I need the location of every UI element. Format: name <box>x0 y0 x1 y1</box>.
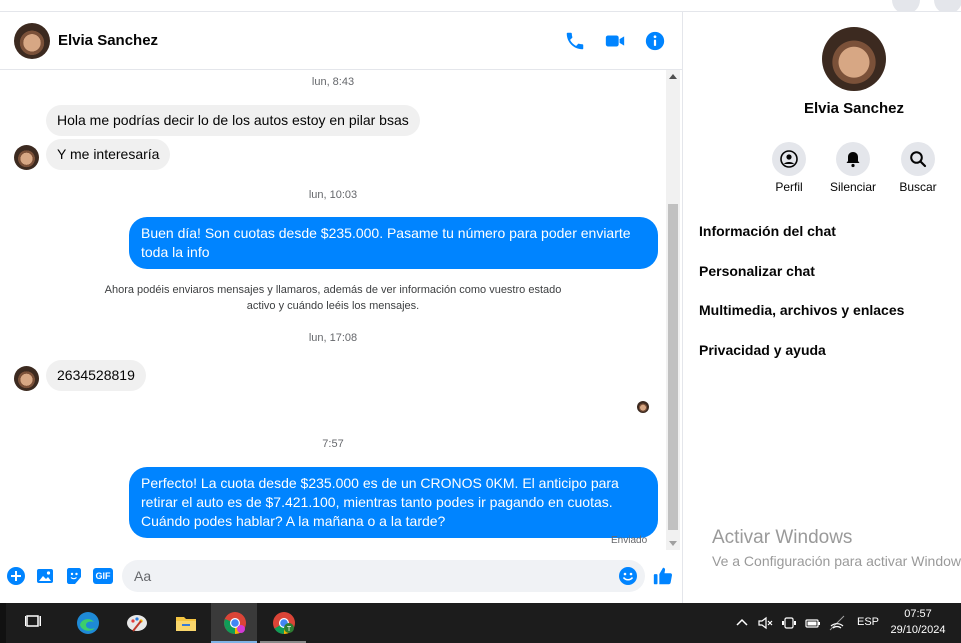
chat-header: Elvia Sanchez <box>0 12 683 70</box>
chrome-profile-button[interactable]: T <box>260 603 306 643</box>
connection-notice: Ahora podéis enviaros mensajes y llamaro… <box>104 284 562 312</box>
edge-icon <box>77 612 99 634</box>
timestamp: lun, 10:03 <box>308 189 358 201</box>
scroll-up-arrow-icon[interactable] <box>669 74 677 79</box>
clock-time: 07:57 <box>904 608 932 620</box>
file-explorer-icon <box>176 617 196 631</box>
gif-button[interactable]: GIF <box>93 568 113 584</box>
scroll-thumb[interactable] <box>668 204 678 530</box>
sent-status: Enviado <box>611 535 648 546</box>
message-input[interactable] <box>122 560 645 592</box>
contact-avatar[interactable] <box>14 23 50 59</box>
action-search-circle <box>901 142 935 176</box>
file-explorer-button[interactable] <box>162 603 208 643</box>
menu-privacy-help[interactable]: Privacidad y ayuda <box>699 342 826 358</box>
info-avatar[interactable] <box>822 27 886 91</box>
emoji-icon[interactable] <box>618 566 638 586</box>
action-search[interactable]: Buscar <box>883 142 953 194</box>
message-list: lun, 8:43 Hola me podrías decir lo de lo… <box>0 70 666 550</box>
language-indicator[interactable]: ESP <box>857 616 879 628</box>
chrome-profile-icon: T <box>273 612 295 634</box>
paint-button[interactable] <box>113 603 159 643</box>
action-label: Perfil <box>775 180 803 194</box>
action-profile-circle <box>772 142 806 176</box>
message-scrollbar[interactable] <box>666 70 680 550</box>
task-view-icon <box>25 615 41 627</box>
profile-icon <box>780 150 798 168</box>
scroll-down-arrow-icon[interactable] <box>669 541 677 546</box>
message-bubble-incoming[interactable]: 2634528819 <box>46 360 146 391</box>
sticker-icon[interactable] <box>64 566 84 586</box>
activate-windows-title: Activar Windows <box>712 527 853 548</box>
task-view-button[interactable] <box>12 603 58 643</box>
device-icon[interactable] <box>781 615 797 631</box>
clock-date: 29/10/2024 <box>890 624 946 636</box>
message-bubble-incoming[interactable]: Hola me podrías decir lo de los autos es… <box>46 105 420 136</box>
chat-pane: Elvia Sanchez lun, 8:43 Hola me podrías … <box>0 12 683 603</box>
thumbs-up-icon[interactable] <box>652 565 674 587</box>
message-bubble-outgoing[interactable]: Perfecto! La cuota desde $235.000 es de … <box>129 467 658 538</box>
menu-customize-chat[interactable]: Personalizar chat <box>699 263 815 279</box>
chrome-icon <box>224 612 246 634</box>
photo-icon[interactable] <box>35 566 55 586</box>
bell-icon <box>846 152 860 168</box>
action-mute[interactable]: Silenciar <box>818 142 888 194</box>
chrome-button[interactable] <box>211 603 257 643</box>
composer: GIF <box>0 557 683 597</box>
volume-muted-icon[interactable] <box>757 615 773 631</box>
taskbar: T ESP 07:57 29/10/2024 <box>0 603 961 643</box>
timestamp: 7:57 <box>322 438 344 450</box>
paint-icon <box>127 615 147 632</box>
top-strip <box>0 0 961 14</box>
menu-media-files-links[interactable]: Multimedia, archivos y enlaces <box>699 302 904 318</box>
plus-icon[interactable] <box>6 566 26 586</box>
svg-text:T: T <box>287 626 292 633</box>
timestamp: lun, 8:43 <box>311 76 355 88</box>
taskbar-edge <box>0 603 6 643</box>
chat-info-panel: Elvia Sanchez Perfil Silenciar Buscar In… <box>684 12 961 603</box>
activate-windows-subtitle: Ve a Configuración para activar Windows. <box>712 553 961 569</box>
info-icon[interactable] <box>644 30 666 52</box>
menu-chat-info[interactable]: Información del chat <box>699 223 836 239</box>
video-call-icon[interactable] <box>604 30 626 52</box>
chevron-up-icon[interactable] <box>734 615 750 631</box>
action-label: Silenciar <box>829 180 877 194</box>
action-profile[interactable]: Perfil <box>754 142 824 194</box>
action-mute-circle <box>836 142 870 176</box>
action-label: Buscar <box>899 180 937 194</box>
timestamp: lun, 17:08 <box>308 332 358 344</box>
sender-avatar <box>14 145 39 170</box>
clock[interactable]: 07:57 29/10/2024 <box>878 606 958 638</box>
sender-avatar <box>14 366 39 391</box>
info-contact-name: Elvia Sanchez <box>803 100 905 117</box>
contact-name[interactable]: Elvia Sanchez <box>58 32 158 49</box>
wifi-icon[interactable] <box>829 615 845 631</box>
message-bubble-incoming[interactable]: Y me interesaría <box>46 139 171 170</box>
message-bubble-outgoing[interactable]: Buen día! Son cuotas desde $235.000. Pas… <box>129 217 658 269</box>
edge-button[interactable] <box>64 603 110 643</box>
phone-icon[interactable] <box>564 30 586 52</box>
search-icon <box>910 151 927 168</box>
seen-indicator-avatar <box>637 401 649 413</box>
battery-icon[interactable] <box>805 615 821 631</box>
